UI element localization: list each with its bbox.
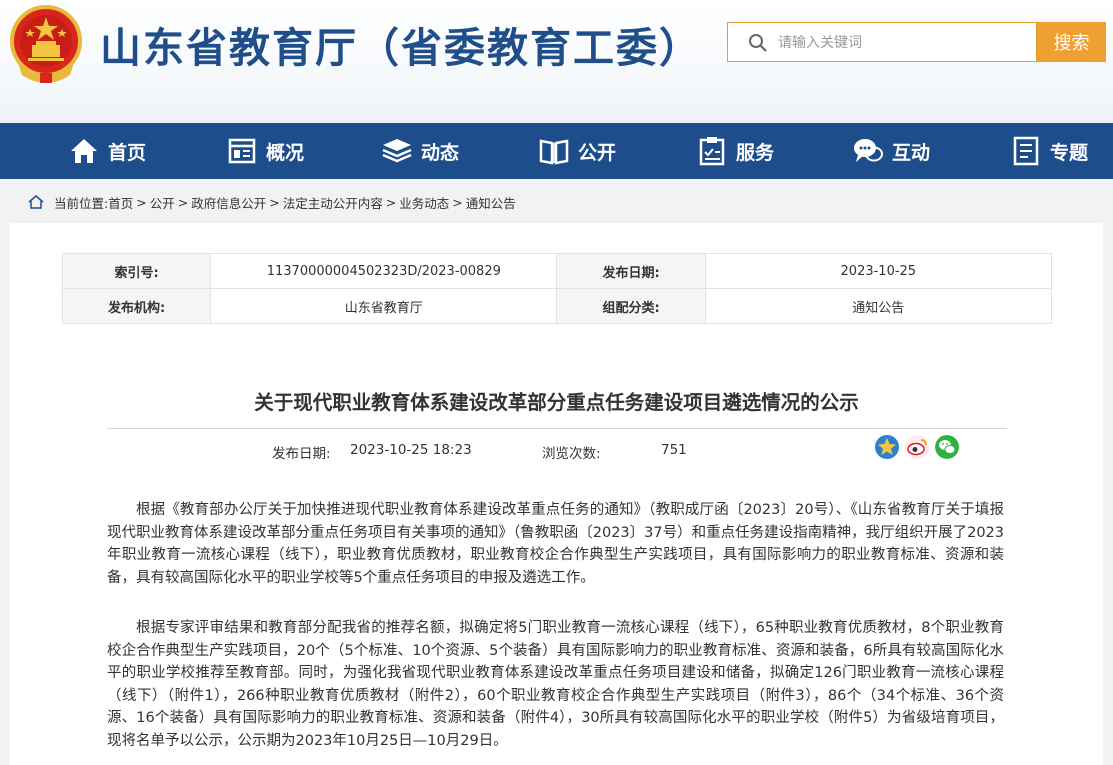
views-label: 浏览次数: [542,446,601,462]
org-value: 山东省教育厅 [210,288,558,324]
table-row: 索引号: 11370000004502323D/2023-00829 发布日期:… [61,253,1053,289]
wechat-icon[interactable] [935,435,959,459]
site-title: 山东省教育厅（省委教育工委） [100,24,702,72]
breadcrumb-separator: > [136,194,147,210]
breadcrumb-item-gov-info[interactable]: 政府信息公开 [191,193,266,212]
home-icon [71,139,97,163]
nav-label: 公开 [578,141,617,164]
date-label: 发布日期: [556,253,706,289]
breadcrumb-prefix: 当前位置: [54,195,109,211]
nav-item-topics[interactable]: 专题 [1010,123,1088,179]
metadata-table: 索引号: 11370000004502323D/2023-00829 发布日期:… [61,253,1053,324]
nav-label: 互动 [892,141,931,164]
nav-item-interact[interactable]: 互动 [852,123,930,179]
nav-label: 首页 [108,141,147,164]
breadcrumb: 当前位置: 首页 > 公开 > 政府信息公开 > 法定主动公开内容 > 业务动态… [28,193,516,211]
site-header: 山东省教育厅（省委教育工委） 搜索 [0,0,1113,123]
table-row: 发布机构: 山东省教育厅 组配分类: 通知公告 [61,288,1053,324]
national-emblem-icon[interactable] [8,3,84,85]
breadcrumb-item-statutory[interactable]: 法定主动公开内容 [283,193,383,212]
publish-value: 2023-10-25 18:23 [350,442,472,458]
clipboard-icon [699,137,725,166]
nav-item-home[interactable]: 首页 [68,123,146,179]
article-paragraph: 根据专家评审结果和教育部分配我省的推荐名额，拟确定将5门职业教育一流核心课程（线… [107,620,1004,749]
home-icon [28,195,44,209]
search-button[interactable]: 搜索 [1037,22,1106,62]
search-box [727,22,1037,62]
nav-label: 专题 [1050,141,1089,164]
overview-icon [228,138,256,164]
nav-label: 概况 [266,141,305,164]
book-icon [539,139,569,165]
nav-label: 动态 [421,141,460,164]
views-value: 751 [661,442,687,458]
breadcrumb-item-home[interactable]: 首页 [108,193,133,212]
breadcrumb-separator: > [269,194,280,210]
nav-item-news[interactable]: 动态 [381,123,459,179]
breadcrumb-item-business[interactable]: 业务动态 [399,193,449,212]
search-icon [749,34,767,52]
breadcrumb-item-notices[interactable]: 通知公告 [466,193,516,212]
breadcrumb-separator: > [385,194,397,210]
search-input[interactable] [778,31,1018,55]
nav-item-service[interactable]: 服务 [696,123,774,179]
main-nav: 首页 概况 动态 公开 服务 互动 专题 [0,123,1113,179]
breadcrumb-separator: > [452,194,463,210]
breadcrumb-separator: > [177,194,189,210]
chat-icon [854,139,883,162]
category-label: 组配分类: [556,288,706,324]
article-title: 关于现代职业教育体系建设改革部分重点任务建设项目遴选情况的公示 [254,391,859,414]
publish-label: 发布日期: [272,446,331,462]
index-value: 11370000004502323D/2023-00829 [210,253,558,289]
document-icon [1013,136,1039,166]
category-value: 通知公告 [704,288,1053,324]
title-divider [107,428,1007,429]
nav-label: 服务 [736,141,775,164]
breadcrumb-item-public[interactable]: 公开 [150,193,175,212]
weibo-icon[interactable] [905,435,929,459]
article-paragraph: 根据《教育部办公厅关于加快推进现代职业教育体系建设改革重点任务的通知》（教职成厅… [107,502,1004,586]
favorite-star-icon[interactable] [875,435,899,459]
date-value: 2023-10-25 [704,253,1053,289]
index-label: 索引号: [61,253,212,289]
stack-icon [382,139,412,163]
nav-item-overview[interactable]: 概况 [226,123,304,179]
org-label: 发布机构: [61,288,212,324]
content-panel: 索引号: 11370000004502323D/2023-00829 发布日期:… [10,223,1103,765]
nav-item-public[interactable]: 公开 [538,123,616,179]
